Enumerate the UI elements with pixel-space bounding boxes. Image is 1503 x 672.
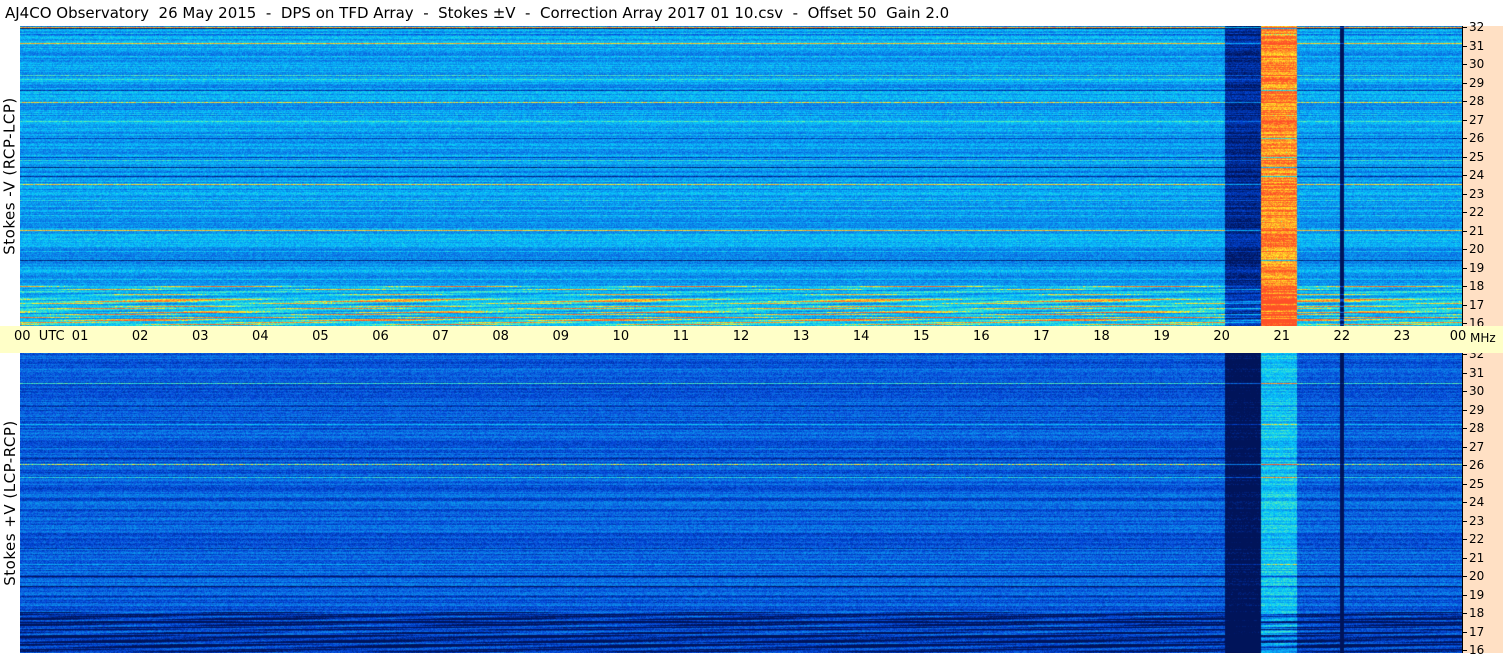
utc-tick-label: 16	[973, 329, 990, 344]
upper-spectrogram-canvas	[20, 26, 1462, 326]
mhz-tick-label: 26	[1461, 131, 1485, 145]
utc-tick-label: 06	[372, 329, 389, 344]
mhz-tick-label: 26	[1461, 458, 1485, 472]
utc-tick-label: 11	[672, 329, 690, 344]
mhz-tick-label: 21	[1461, 550, 1485, 565]
utc-tick-label: 01	[71, 329, 89, 344]
utc-tick-label: 07	[432, 329, 449, 344]
mhz-tick-label: 20	[1461, 569, 1485, 583]
mhz-tick-label: 31	[1461, 38, 1485, 53]
utc-time-axis: 00 UTC 01 02 03 04 05 06 07 08 09 10 11 12 13 14 15 16 17…	[0, 326, 1503, 353]
mhz-tick-label: 28	[1461, 94, 1485, 108]
page-title: AJ4CO Observatory 26 May 2015 - DPS on T…	[5, 4, 950, 22]
mhz-tick-label: 27	[1461, 112, 1485, 127]
lower-panel-label: Stokes +V (LCP-RCP)	[1, 420, 19, 586]
utc-tick-label: 17	[1033, 329, 1050, 344]
utc-tick-label: 18	[1093, 329, 1110, 344]
mhz-tick-label: 32	[1461, 20, 1485, 34]
mhz-tick-label: 18	[1461, 279, 1485, 293]
mhz-tick-label: 18	[1461, 606, 1485, 620]
mhz-tick-label: 31	[1461, 365, 1485, 380]
utc-tick-label: 15	[912, 329, 930, 344]
lower-spectrogram-canvas	[20, 353, 1462, 653]
mhz-tick-label: 19	[1461, 260, 1485, 275]
upper-panel-label: Stokes -V (RCP-LCP)	[1, 97, 19, 255]
mhz-tick-label: 28	[1461, 421, 1485, 435]
utc-tick-label: 00 UTC	[14, 329, 65, 344]
mhz-tick-label: 24	[1461, 495, 1485, 509]
mhz-tick-label: 27	[1461, 439, 1485, 454]
mhz-tick-label: 16	[1461, 643, 1485, 657]
mhz-unit-label: MHz	[1470, 331, 1496, 345]
utc-tick-label: 21	[1273, 329, 1291, 344]
mhz-tick-label: 29	[1461, 75, 1485, 90]
mhz-tick-label: 20	[1461, 242, 1485, 256]
mhz-tick-label: 23	[1461, 513, 1485, 528]
utc-tick-label: 03	[191, 329, 209, 344]
mhz-tick-label: 30	[1461, 57, 1485, 71]
lower-spectrogram	[20, 353, 1462, 653]
mhz-tick-label: 17	[1461, 624, 1485, 639]
mhz-tick-label: 17	[1461, 297, 1485, 312]
mhz-tick-label: 22	[1461, 205, 1485, 219]
upper-frequency-axis: 32 31 30 29 28 27 26 25 24 23 22 21 20 19 18 17 16	[1461, 21, 1503, 329]
lower-panel-label-wrap: Stokes +V (LCP-RCP)	[0, 353, 20, 653]
mhz-tick-label: 22	[1461, 532, 1485, 546]
utc-tick-label: 00	[1449, 329, 1467, 344]
utc-tick-label: 04	[252, 329, 269, 344]
utc-tick-label: 02	[131, 329, 149, 344]
utc-tick-label: 05	[312, 329, 329, 344]
mhz-tick-label: 29	[1461, 402, 1485, 417]
mhz-tick-label: 23	[1461, 186, 1485, 201]
mhz-tick-label: 30	[1461, 384, 1485, 398]
upper-spectrogram	[20, 26, 1462, 326]
utc-tick-label: 20	[1213, 329, 1230, 344]
mhz-tick-label: 24	[1461, 168, 1485, 182]
mhz-tick-label: 25	[1461, 476, 1485, 491]
lower-frequency-axis: 32 31 30 29 28 27 26 25 24 23 22 21 20 19 18 17 16	[1461, 348, 1503, 657]
utc-tick-label: 23	[1393, 329, 1411, 344]
mhz-tick-label: 19	[1461, 587, 1485, 602]
utc-tick-label: 22	[1333, 329, 1351, 344]
upper-panel-label-wrap: Stokes -V (RCP-LCP)	[0, 26, 20, 326]
utc-tick-label: 09	[552, 329, 570, 344]
utc-tick-label: 12	[732, 329, 750, 344]
mhz-tick-label: 25	[1461, 149, 1485, 164]
mhz-tick-label: 21	[1461, 223, 1485, 238]
utc-tick-label: 19	[1153, 329, 1170, 344]
utc-tick-label: 13	[792, 329, 810, 344]
utc-tick-label: 14	[852, 329, 870, 344]
utc-tick-label: 08	[492, 329, 509, 344]
utc-tick-label: 10	[612, 329, 630, 344]
